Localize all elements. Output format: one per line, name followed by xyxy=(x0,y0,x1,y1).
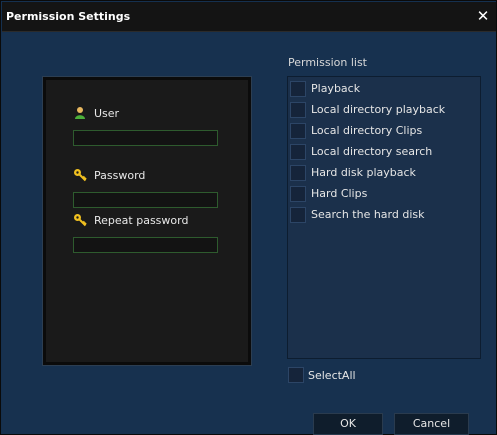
permission-item-hard-clips[interactable]: Hard Clips xyxy=(290,184,367,203)
checkbox[interactable] xyxy=(290,80,306,97)
permission-label: Hard Clips xyxy=(311,187,368,200)
cancel-button[interactable]: Cancel xyxy=(394,413,469,435)
repeat-password-label: Repeat password xyxy=(94,213,189,227)
repeat-password-input[interactable] xyxy=(73,237,218,253)
permission-list: Playback Local directory playback Local … xyxy=(287,76,481,359)
permission-list-title: Permission list xyxy=(288,56,367,69)
checkbox[interactable] xyxy=(290,185,306,202)
checkbox[interactable] xyxy=(290,164,306,181)
select-all-option[interactable]: SelectAll xyxy=(288,367,356,383)
permission-label: Playback xyxy=(311,82,361,95)
select-all-checkbox[interactable] xyxy=(288,367,304,383)
repeat-password-label-row: Repeat password xyxy=(73,213,188,227)
permission-item-local-directory-clips[interactable]: Local directory Clips xyxy=(290,121,422,140)
dialog-title: Permission Settings xyxy=(6,10,131,23)
checkbox[interactable] xyxy=(290,206,306,223)
checkbox[interactable] xyxy=(290,101,306,118)
permission-item-local-directory-playback[interactable]: Local directory playback xyxy=(290,100,445,119)
permission-item-search-hard-disk[interactable]: Search the hard disk xyxy=(290,205,425,224)
user-icon xyxy=(73,106,87,120)
password-label: Password xyxy=(94,168,146,182)
permission-label: Local directory search xyxy=(311,145,433,158)
permission-label: Hard disk playback xyxy=(311,166,416,179)
permission-item-hard-disk-playback[interactable]: Hard disk playback xyxy=(290,163,416,182)
checkbox[interactable] xyxy=(290,143,306,160)
permission-settings-dialog: Permission Settings ✕ User Password Repe… xyxy=(0,0,497,435)
permission-item-local-directory-search[interactable]: Local directory search xyxy=(290,142,432,161)
permission-label: Search the hard disk xyxy=(311,208,425,221)
user-label: User xyxy=(94,106,120,120)
permission-label: Local directory Clips xyxy=(311,124,423,137)
close-icon[interactable]: ✕ xyxy=(476,9,490,24)
user-credentials-panel: User Password Repeat password xyxy=(43,77,251,365)
checkbox[interactable] xyxy=(290,122,306,139)
password-label-row: Password xyxy=(73,168,145,182)
permission-item-playback[interactable]: Playback xyxy=(290,79,360,98)
select-all-label: SelectAll xyxy=(308,368,356,382)
user-label-row: User xyxy=(73,106,119,120)
title-bar[interactable]: Permission Settings ✕ xyxy=(2,2,496,32)
permission-label: Local directory playback xyxy=(311,103,446,116)
user-input[interactable] xyxy=(73,130,218,146)
key-icon xyxy=(73,213,87,227)
key-icon xyxy=(73,168,87,182)
password-input[interactable] xyxy=(73,192,218,208)
ok-button[interactable]: OK xyxy=(313,413,383,435)
